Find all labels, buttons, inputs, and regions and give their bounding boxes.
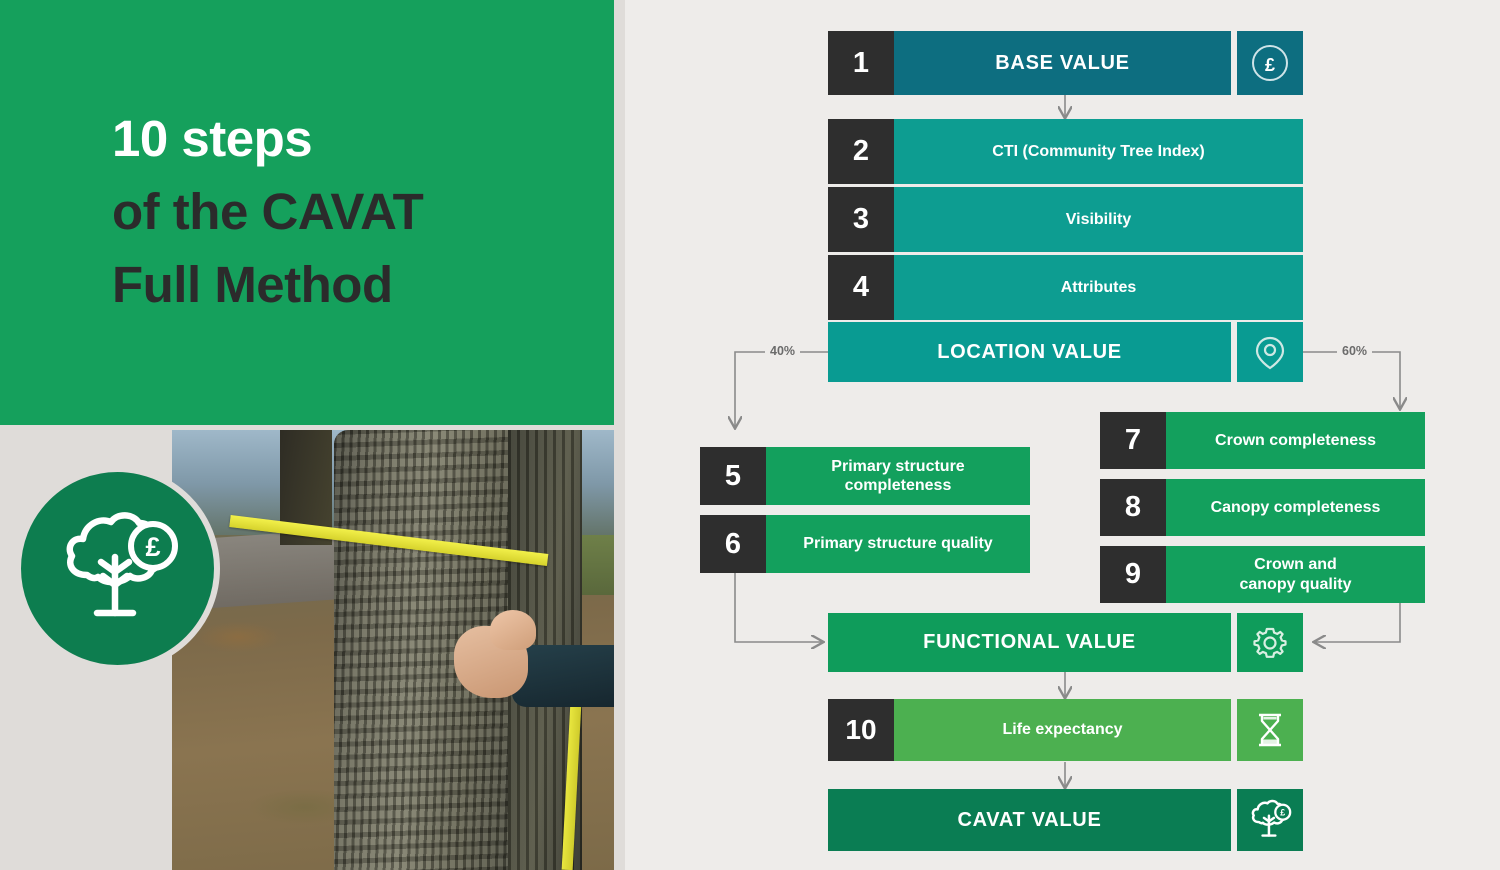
row-label-functional-value: FUNCTIONAL VALUE (828, 613, 1231, 672)
row-label-primary-structure-quality: Primary structure quality (766, 515, 1030, 573)
row-label-crown-canopy-quality: Crown and canopy quality (1166, 546, 1425, 603)
connector-right-to-functional (1315, 603, 1401, 642)
row-primary-structure-quality[interactable]: 6 Primary structure quality (700, 515, 1030, 573)
row-label-location-value: LOCATION VALUE (828, 322, 1231, 382)
row-attributes[interactable]: 4 Attributes (828, 255, 1303, 320)
step-number-5: 5 (700, 447, 766, 505)
row-visibility[interactable]: 3 Visibility (828, 187, 1303, 252)
row-canopy-completeness[interactable]: 8 Canopy completeness (1100, 479, 1425, 536)
connector-40-percent (735, 351, 830, 427)
pound-circle-icon: £ (1237, 31, 1303, 95)
svg-text:£: £ (1265, 55, 1275, 75)
title-line-1: 10 steps (112, 110, 313, 167)
gear-icon (1237, 613, 1303, 672)
step-number-9: 9 (1100, 546, 1166, 603)
step-number-10: 10 (828, 699, 894, 761)
row-base-value[interactable]: 1 BASE VALUE £ (828, 31, 1303, 95)
row-label-cavat-value: CAVAT VALUE (828, 789, 1231, 851)
map-pin-icon (1237, 322, 1303, 382)
cavat-flow-diagram: 1 BASE VALUE £ 2 CTI (Community Tree Ind… (625, 0, 1500, 870)
tree-measurement-photo (172, 430, 614, 870)
tree-pound-icon: £ (1237, 789, 1303, 851)
hourglass-icon (1237, 699, 1303, 761)
infographic-page: 10 steps of the CAVAT Full Method £ 1 BA… (0, 0, 1500, 870)
row-label-crown-completeness: Crown completeness (1166, 412, 1425, 469)
row-label-attributes: Attributes (894, 255, 1303, 320)
row-label-primary-structure-completeness: Primary structure completeness (766, 447, 1030, 505)
step-number-7: 7 (1100, 412, 1166, 469)
title-line-2: of the CAVAT (112, 182, 424, 240)
photo-fingers (490, 610, 536, 650)
step-number-6: 6 (700, 515, 766, 573)
row-primary-structure-completeness[interactable]: 5 Primary structure completeness (700, 447, 1030, 505)
step-number-3: 3 (828, 187, 894, 252)
row-location-value[interactable]: LOCATION VALUE (828, 322, 1303, 382)
title-block: 10 steps of the CAVAT Full Method (0, 0, 614, 425)
connector-left-to-functional (734, 573, 822, 642)
left-panel: 10 steps of the CAVAT Full Method £ (0, 0, 625, 870)
connector-60-percent (1303, 351, 1400, 408)
split-label-40: 40% (765, 344, 801, 358)
row-life-expectancy[interactable]: 10 Life expectancy (828, 699, 1303, 761)
step-number-2: 2 (828, 119, 894, 184)
svg-text:£: £ (145, 532, 160, 562)
row-label-canopy-completeness: Canopy completeness (1166, 479, 1425, 536)
row-label-cti: CTI (Community Tree Index) (894, 119, 1303, 184)
svg-text:£: £ (1280, 807, 1285, 817)
row-label-life-expectancy: Life expectancy (894, 699, 1231, 761)
row-label-base-value: BASE VALUE (894, 31, 1231, 95)
tree-with-pound-icon: £ (66, 511, 178, 616)
step-number-4: 4 (828, 255, 894, 320)
row-functional-value[interactable]: FUNCTIONAL VALUE (828, 613, 1303, 672)
step-number-8: 8 (1100, 479, 1166, 536)
row-crown-completeness[interactable]: 7 Crown completeness (1100, 412, 1425, 469)
split-label-60: 60% (1337, 344, 1373, 358)
row-cti[interactable]: 2 CTI (Community Tree Index) (828, 119, 1303, 184)
title-line-3: Full Method (112, 255, 393, 313)
row-cavat-value[interactable]: CAVAT VALUE £ (828, 789, 1303, 851)
page-title: 10 steps of the CAVAT Full Method (112, 103, 592, 322)
row-crown-canopy-quality[interactable]: 9 Crown and canopy quality (1100, 546, 1425, 603)
step-number-1: 1 (828, 31, 894, 95)
row-label-visibility: Visibility (894, 187, 1303, 252)
cavat-logo: £ (15, 466, 220, 671)
